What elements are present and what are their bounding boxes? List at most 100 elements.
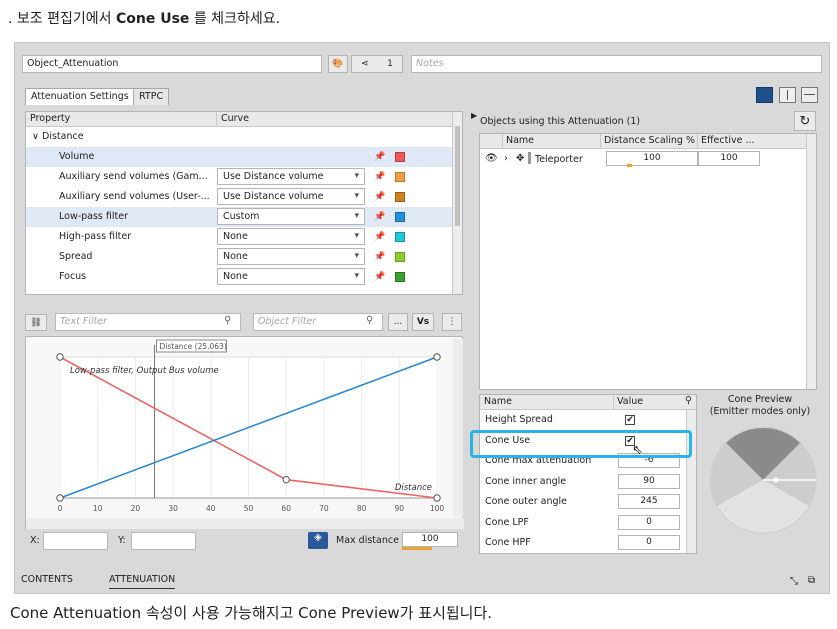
column-effective[interactable]: Effective ... bbox=[697, 134, 755, 148]
pin-icon[interactable]: 📌 bbox=[374, 187, 385, 207]
x-tick-label: 90 bbox=[395, 504, 405, 513]
table-row[interactable]: Auxiliary send volumes (User-... Use Dist… bbox=[26, 187, 462, 207]
chevron-right-icon[interactable]: › bbox=[504, 153, 508, 164]
table-row[interactable]: Volume 📌 bbox=[26, 147, 462, 167]
cone-preview-graphic bbox=[709, 426, 817, 534]
curve-color-swatch[interactable] bbox=[395, 192, 405, 202]
column-curve[interactable]: Curve bbox=[216, 112, 249, 126]
list-item[interactable]: Cone inner angle 90 bbox=[480, 472, 696, 493]
list-item[interactable]: Cone HPF 0 bbox=[480, 533, 696, 554]
cone-icon[interactable]: ◈ bbox=[308, 532, 328, 549]
curve-dropdown[interactable]: Use Distance volume bbox=[217, 188, 365, 205]
property-name: Auxiliary send volumes (User-... bbox=[59, 191, 210, 202]
objects-scrollbar[interactable] bbox=[806, 134, 816, 389]
refresh-icon[interactable]: ↻ bbox=[794, 111, 816, 131]
table-row[interactable]: Auxiliary send volumes (Gam... Use Distan… bbox=[26, 167, 462, 187]
value-field[interactable]: 245 bbox=[618, 494, 680, 509]
list-item[interactable]: Height Spread ✔ bbox=[480, 410, 696, 431]
pin-icon[interactable]: 📌 bbox=[374, 207, 385, 227]
y-field[interactable] bbox=[131, 532, 196, 550]
curve-color-swatch[interactable] bbox=[395, 152, 405, 162]
curve-color-swatch[interactable] bbox=[395, 172, 405, 182]
tab-attenuation[interactable]: ATTENUATION bbox=[109, 574, 176, 589]
table-row[interactable]: High-pass filter None 📌 bbox=[26, 227, 462, 247]
value-field[interactable]: 90 bbox=[618, 473, 680, 489]
column-distance-scaling[interactable]: Distance Scaling % bbox=[600, 134, 695, 148]
column-name[interactable]: Name bbox=[502, 134, 534, 148]
popout-icon[interactable]: ⧉ bbox=[808, 575, 815, 586]
column-property[interactable]: Property bbox=[30, 112, 70, 126]
column-value[interactable]: Value bbox=[613, 395, 643, 409]
objects-list: Name Distance Scaling % Effective ... 👁 … bbox=[479, 133, 817, 390]
search-icon: ⚲ bbox=[224, 315, 232, 326]
table-row[interactable]: Focus None 📌 bbox=[26, 267, 462, 287]
table-scrollbar[interactable] bbox=[452, 112, 462, 294]
graph-scrollbar bbox=[453, 339, 463, 517]
tab-attenuation-settings[interactable]: Attenuation Settings bbox=[25, 88, 135, 105]
x-field[interactable] bbox=[43, 532, 108, 550]
x-tick-label: 80 bbox=[357, 504, 367, 513]
curve-graph[interactable]: 0 10 20 30 40 50 60 70 80 90 100 Distance (25.063) L… bbox=[26, 337, 464, 530]
share-button[interactable]: ⋖ 1 bbox=[351, 55, 403, 73]
group-distance[interactable]: ∨ Distance bbox=[26, 127, 462, 147]
checkbox[interactable]: ✔ bbox=[625, 415, 635, 425]
max-distance-field[interactable]: 100 bbox=[402, 532, 458, 547]
list-item[interactable]: Cone LPF 0 bbox=[480, 513, 696, 534]
pin-icon[interactable]: 📌 bbox=[374, 267, 385, 287]
pin-icon[interactable]: 📌 bbox=[374, 227, 385, 247]
table-row[interactable]: Spread None 📌 bbox=[26, 247, 462, 267]
list-item[interactable]: 👁 › ✥ Teleporter 100 100 bbox=[480, 149, 816, 169]
property-name: High-pass filter bbox=[59, 231, 132, 242]
properties-panel: Name Value ⚲ Height Spread ✔ Cone Use ✔ Cone… bbox=[479, 394, 697, 554]
x-tick-label: 0 bbox=[58, 504, 63, 513]
curve-color-swatch[interactable] bbox=[395, 232, 405, 242]
object-name-field[interactable]: Object_Attenuation bbox=[22, 55, 322, 73]
more-button[interactable]: ... bbox=[388, 313, 408, 331]
expand-icon[interactable]: ⤡ bbox=[790, 576, 798, 587]
color-tag bbox=[528, 152, 531, 164]
curve-color-swatch[interactable] bbox=[395, 272, 405, 282]
collapse-icon[interactable]: ▶ bbox=[471, 111, 479, 121]
object-name: Teleporter bbox=[535, 154, 583, 165]
tab-rtpc[interactable]: RTPC bbox=[133, 88, 170, 105]
curve-dropdown[interactable]: Custom bbox=[217, 208, 365, 225]
layout-split-icon[interactable] bbox=[779, 87, 796, 103]
scaling-field[interactable]: 100 bbox=[606, 151, 698, 166]
tab-contents[interactable]: CONTENTS bbox=[21, 574, 73, 585]
pin-icon[interactable]: 📌 bbox=[374, 247, 385, 267]
property-name: Volume bbox=[59, 151, 95, 162]
curve-color-swatch[interactable] bbox=[395, 212, 405, 222]
list-item[interactable]: Cone outer angle 245 bbox=[480, 492, 696, 513]
layout-stack-icon[interactable] bbox=[801, 87, 818, 103]
table-header: Property Curve bbox=[26, 112, 462, 127]
table-row[interactable]: Low-pass filter Custom 📌 bbox=[26, 207, 462, 227]
curve-dropdown[interactable]: None bbox=[217, 268, 365, 285]
layout-single-icon[interactable] bbox=[756, 87, 773, 103]
share-icon: ⋖ bbox=[361, 59, 369, 69]
pin-icon[interactable]: 📌 bbox=[374, 147, 385, 167]
curve-dropdown[interactable]: Use Distance volume bbox=[217, 168, 365, 185]
column-name[interactable]: Name bbox=[484, 395, 512, 409]
data-point bbox=[433, 353, 441, 361]
search-icon: ⚲ bbox=[366, 315, 374, 326]
palette-icon[interactable]: 🎨 bbox=[328, 55, 348, 73]
object-filter-input[interactable]: Object Filter bbox=[253, 313, 383, 331]
text-filter-input[interactable]: Text Filter bbox=[55, 313, 241, 331]
search-icon[interactable]: ⚲ bbox=[685, 394, 692, 408]
property-name: Spread bbox=[59, 251, 93, 262]
eye-icon[interactable]: 👁 bbox=[485, 153, 498, 164]
objects-header: Name Distance Scaling % Effective ... bbox=[480, 134, 816, 149]
value-field[interactable]: 0 bbox=[618, 514, 680, 530]
curve-color-swatch[interactable] bbox=[395, 252, 405, 262]
link-icon[interactable]: ⛓ bbox=[25, 314, 47, 331]
notes-field[interactable]: Notes bbox=[411, 55, 822, 73]
curve-dropdown[interactable]: None bbox=[217, 228, 365, 245]
variable-icon[interactable]: Vs bbox=[412, 313, 434, 331]
property-name: Cone LPF bbox=[485, 516, 529, 528]
pin-icon[interactable]: 📌 bbox=[374, 167, 385, 187]
curve-dropdown[interactable]: None bbox=[217, 248, 365, 265]
menu-icon[interactable]: ⋮ bbox=[442, 313, 462, 331]
value-field[interactable]: 0 bbox=[618, 535, 680, 550]
data-point bbox=[56, 494, 64, 502]
effective-field[interactable]: 100 bbox=[698, 151, 760, 166]
